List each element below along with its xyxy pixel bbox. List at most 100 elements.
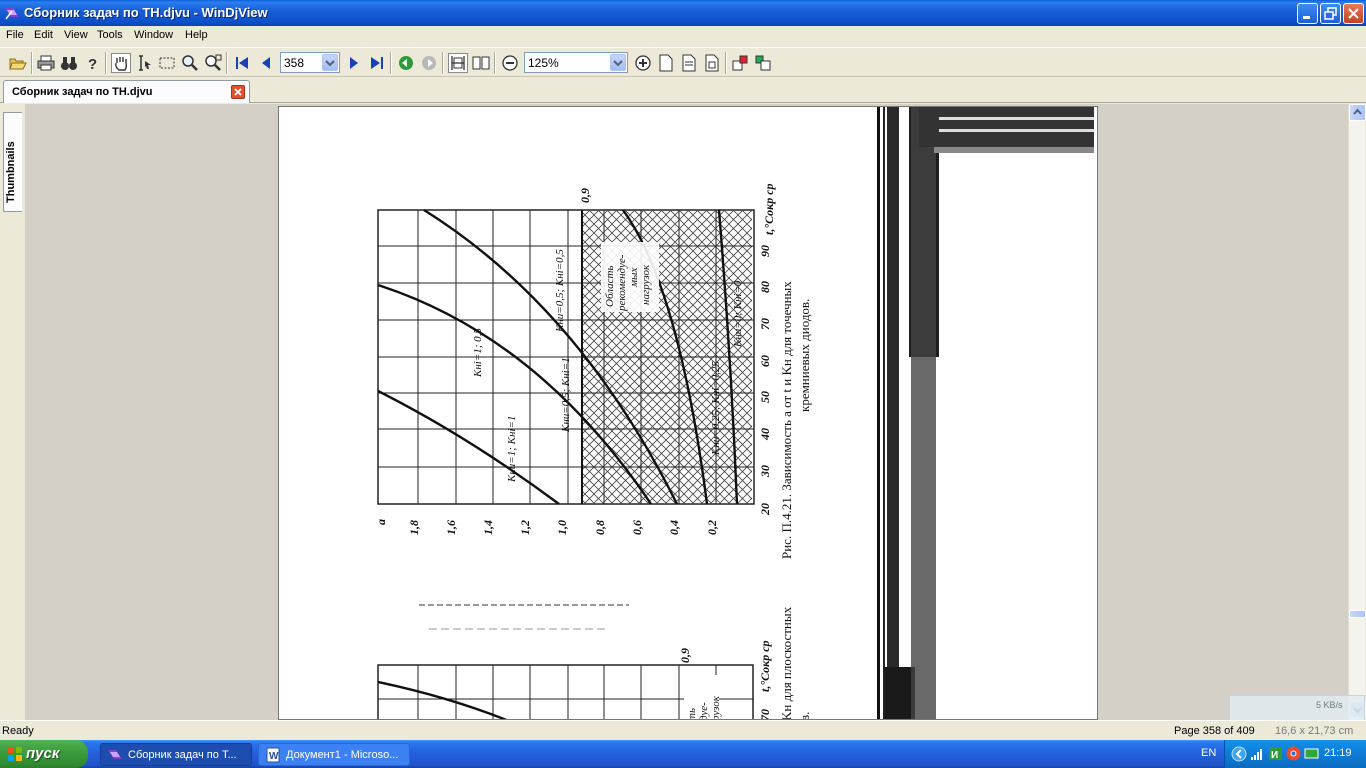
close-tab-icon[interactable]	[231, 85, 245, 99]
y-tick: 1,6	[444, 520, 458, 535]
document-viewer[interactable]: Область рекомендуе- мых нагрузок Kнu=1; …	[25, 104, 1348, 720]
lower-top-value: 0,9	[678, 648, 692, 663]
restore-button[interactable]	[1320, 3, 1341, 24]
region-label-3: мых	[628, 268, 640, 288]
chrome-icon[interactable]	[1286, 746, 1301, 764]
rotate-left-icon[interactable]	[731, 53, 751, 73]
curve-label-4: Kнu=0,5; Kнi=0,5	[554, 249, 566, 333]
windjview-task-icon	[107, 747, 123, 763]
find-binoculars-icon[interactable]	[59, 53, 79, 73]
zoom-icon[interactable]	[180, 53, 200, 73]
thumbnails-tab[interactable]: Thumbnails	[3, 112, 22, 212]
lower-caption: Kн для плоскостных	[779, 606, 794, 720]
y-tick: 0,6	[630, 520, 644, 535]
clock[interactable]: 21:19	[1324, 747, 1352, 759]
two-page-layout-icon[interactable]	[471, 53, 491, 73]
status-ready: Ready	[2, 725, 34, 737]
y-tick: 1,2	[518, 520, 532, 535]
rotate-right-icon[interactable]	[754, 53, 774, 73]
vertical-scrollbar[interactable]	[1348, 104, 1366, 720]
menu-file[interactable]: File	[6, 29, 24, 41]
windjview-app-icon[interactable]	[4, 5, 20, 21]
zoom-in-icon[interactable]	[633, 53, 653, 73]
language-indicator[interactable]: EN	[1201, 747, 1216, 759]
y-tick: 0,4	[667, 520, 681, 535]
toolbar-separator	[725, 52, 727, 74]
icq-icon[interactable]: И	[1268, 746, 1283, 764]
taskbar-button-label[interactable]: Документ1 - Microso...	[286, 749, 398, 761]
y-tick: 0,2	[705, 520, 719, 535]
curve-label-6: Kнu=0; Kнi=0	[732, 280, 744, 348]
menu-view[interactable]: View	[64, 29, 88, 41]
next-page-icon[interactable]	[344, 53, 364, 73]
toolbar-separator	[31, 52, 33, 74]
text-select-icon[interactable]	[134, 53, 154, 73]
magnify-icon[interactable]	[203, 53, 223, 73]
last-page-icon[interactable]	[367, 53, 387, 73]
menu-edit[interactable]: Edit	[34, 29, 53, 41]
tray-collapse-icon[interactable]	[1231, 746, 1247, 765]
first-page-icon[interactable]	[232, 53, 252, 73]
thumbnails-tab-label[interactable]: Thumbnails	[5, 141, 17, 203]
network-speed-value: 5 KB/s	[1316, 700, 1343, 710]
go-back-icon[interactable]	[396, 53, 416, 73]
x-axis-label: t,°Cокр ср	[762, 183, 776, 235]
menu-window[interactable]: Window	[134, 29, 173, 41]
word-document-icon: W	[265, 747, 281, 763]
rect-select-icon[interactable]	[157, 53, 177, 73]
svg-text:?: ?	[88, 56, 97, 73]
taskbar-button-word[interactable]: W Документ1 - Microso...	[258, 743, 410, 766]
fit-width-icon[interactable]	[679, 53, 699, 73]
open-folder-icon[interactable]	[8, 53, 28, 73]
x-tick: 90	[758, 245, 772, 257]
close-window-button[interactable]	[1343, 3, 1364, 24]
windows-flag-icon	[7, 746, 23, 762]
single-page-layout-icon[interactable]	[448, 53, 468, 73]
x-tick: 40	[758, 428, 772, 441]
toolbar-separator	[442, 52, 444, 74]
fit-page-icon[interactable]	[656, 53, 676, 73]
scroll-up-button[interactable]	[1349, 104, 1366, 121]
previous-page-icon[interactable]	[256, 53, 276, 73]
zoom-out-icon[interactable]	[500, 53, 520, 73]
taskbar: пуск Сборник задач по Т... W Документ1 -…	[0, 740, 1366, 768]
x-tick: 80	[758, 281, 772, 293]
document-page[interactable]: Область рекомендуе- мых нагрузок Kнu=1; …	[278, 106, 1098, 720]
x-tick: 70	[758, 318, 772, 330]
y-tick: 0,8	[593, 520, 607, 535]
document-tab[interactable]: Сборник задач по ТН.djvu	[3, 80, 250, 103]
signal-strength-icon[interactable]	[1250, 747, 1264, 764]
taskbar-button-windjview[interactable]: Сборник задач по Т...	[100, 743, 252, 766]
scroll-thumb[interactable]	[1349, 610, 1366, 618]
toolbar-separator	[390, 52, 392, 74]
y-tick: 1,0	[555, 520, 569, 535]
start-label[interactable]: пуск	[26, 745, 59, 762]
page-number-combo[interactable]: 358	[280, 52, 340, 73]
actual-size-icon[interactable]	[702, 53, 722, 73]
help-icon[interactable]: ?	[82, 53, 102, 73]
curve-label-5: Kнu=0,25; Kнi=0,25	[710, 361, 722, 456]
lower-region-label-1: ть	[686, 708, 698, 720]
chevron-down-icon[interactable]	[322, 54, 338, 71]
title-bar: Сборник задач по ТН.djvu - WinDjView	[0, 0, 1366, 26]
menu-tools[interactable]: Tools	[97, 29, 123, 41]
menu-help[interactable]: Help	[185, 29, 208, 41]
zoom-combo[interactable]: 125%	[524, 52, 628, 73]
zoom-value[interactable]: 125%	[528, 56, 559, 70]
lower-region-label-3: рузок	[710, 695, 722, 720]
region-label-2: рекомендуе-	[616, 254, 628, 312]
y-tick: 1,4	[481, 520, 495, 535]
minimize-button[interactable]	[1297, 3, 1318, 24]
taskbar-button-label[interactable]: Сборник задач по Т...	[128, 749, 237, 761]
chevron-down-icon[interactable]	[610, 54, 626, 71]
hand-tool-icon[interactable]	[111, 53, 131, 73]
go-forward-icon[interactable]	[419, 53, 439, 73]
curve-label-1: Kнu=1; Kнi=1	[506, 416, 518, 483]
battery-icon[interactable]	[1304, 746, 1320, 764]
status-dimensions: 16,6 x 21,73 cm	[1275, 725, 1354, 737]
document-tab-label[interactable]: Сборник задач по ТН.djvu	[12, 86, 152, 98]
print-icon[interactable]	[36, 53, 56, 73]
lower-x-tick: 70	[758, 709, 772, 720]
page-number-value[interactable]: 358	[284, 56, 304, 70]
start-button[interactable]: пуск	[0, 740, 88, 768]
